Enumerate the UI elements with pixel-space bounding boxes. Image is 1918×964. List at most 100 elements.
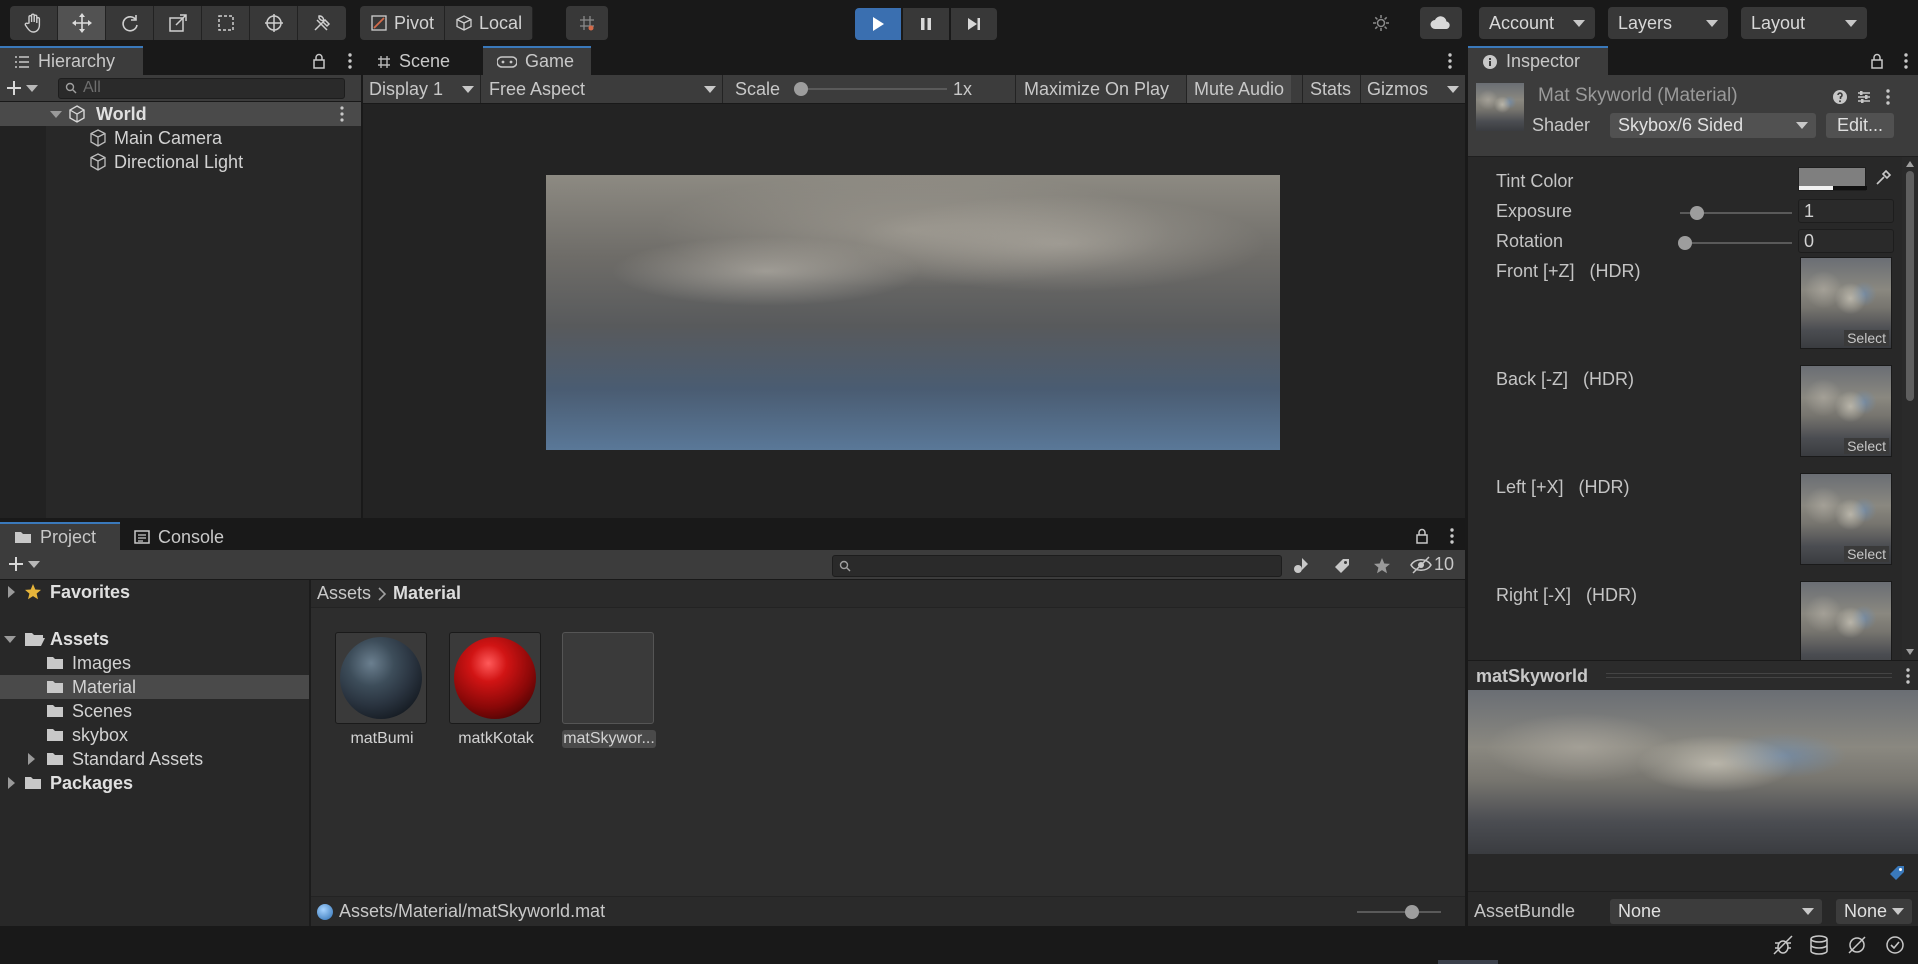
inspector-scrollbar[interactable] — [1902, 157, 1918, 660]
texture-back-slot[interactable]: Select — [1800, 365, 1892, 457]
edit-shader-button[interactable]: Edit... — [1826, 113, 1894, 138]
rotate-tool-icon[interactable] — [106, 6, 154, 40]
lock-icon[interactable] — [299, 46, 339, 75]
create-button[interactable] — [8, 556, 40, 572]
layout-dropdown[interactable]: Layout — [1741, 7, 1867, 39]
pause-button[interactable] — [903, 8, 949, 40]
play-button[interactable] — [855, 8, 901, 40]
eyedropper-icon[interactable] — [1874, 169, 1892, 187]
asset-item-matskyworld[interactable]: matSkywor... — [562, 632, 656, 748]
preview-drag-handle[interactable] — [1606, 673, 1892, 678]
step-button[interactable] — [951, 8, 997, 40]
hidden-packages-toggle[interactable]: 10 — [1410, 554, 1454, 575]
scale-tool-icon[interactable] — [154, 6, 202, 40]
maximize-on-play-toggle[interactable]: Maximize On Play — [1015, 75, 1177, 103]
exposure-input[interactable]: 1 — [1798, 199, 1894, 223]
scroll-up-icon[interactable] — [1906, 161, 1914, 167]
breadcrumb-root[interactable]: Assets — [317, 583, 371, 604]
gizmos-dropdown[interactable]: Gizmos — [1360, 75, 1465, 103]
lock-icon[interactable] — [1405, 522, 1439, 550]
pivot-button[interactable]: Pivot — [360, 6, 446, 40]
select-button[interactable]: Select — [1844, 330, 1889, 346]
tab-game[interactable]: Game — [483, 46, 591, 75]
hand-tool-icon[interactable] — [10, 6, 58, 40]
display-dropdown[interactable]: Display 1 — [363, 75, 481, 103]
tree-row-material[interactable]: Material — [0, 675, 309, 699]
aspect-dropdown[interactable]: Free Aspect — [483, 75, 723, 103]
bug-disabled-icon[interactable] — [1772, 934, 1794, 956]
exposure-slider-handle[interactable] — [1690, 206, 1704, 220]
check-circle-icon[interactable] — [1884, 934, 1906, 956]
kebab-menu-icon[interactable] — [339, 46, 361, 75]
lock-icon[interactable] — [1860, 46, 1894, 75]
mute-audio-toggle[interactable]: Mute Audio — [1186, 75, 1292, 103]
select-button[interactable]: Select — [1844, 546, 1889, 562]
breadcrumb-current[interactable]: Material — [393, 583, 461, 604]
scroll-thumb[interactable] — [1906, 171, 1914, 401]
scale-slider-handle[interactable] — [794, 82, 808, 96]
tab-scene[interactable]: Scene — [363, 46, 483, 75]
project-search-input[interactable] — [832, 555, 1282, 577]
asset-item-matkkotak[interactable]: matkKotak — [449, 632, 543, 748]
rect-tool-icon[interactable] — [202, 6, 250, 40]
texture-right-slot[interactable] — [1800, 581, 1892, 660]
layers-dropdown[interactable]: Layers — [1608, 7, 1728, 39]
tree-row-main-camera[interactable]: Main Camera — [88, 126, 222, 150]
tree-row-directional-light[interactable]: Directional Light — [88, 150, 243, 174]
kebab-menu-icon[interactable] — [340, 106, 344, 122]
hierarchy-search-input[interactable]: All — [58, 77, 345, 99]
move-tool-icon[interactable] — [58, 6, 106, 40]
stats-toggle[interactable]: Stats — [1302, 75, 1358, 103]
tab-inspector[interactable]: Inspector — [1468, 46, 1608, 75]
tree-row-assets[interactable]: Assets — [0, 627, 309, 651]
custom-tools-icon[interactable] — [298, 6, 346, 40]
search-by-type-icon[interactable] — [1290, 555, 1314, 577]
kebab-menu-icon[interactable] — [1906, 668, 1910, 684]
game-viewport-render[interactable] — [546, 175, 1280, 450]
kebab-menu-icon[interactable] — [1435, 46, 1465, 75]
services-icon[interactable] — [1362, 7, 1400, 39]
assetbundle-variant-dropdown[interactable]: None — [1836, 899, 1912, 924]
kebab-menu-icon[interactable] — [1894, 46, 1918, 75]
tab-hierarchy[interactable]: Hierarchy — [0, 46, 143, 75]
auto-generate-lighting-off-icon[interactable] — [1846, 934, 1868, 956]
scale-slider-track[interactable] — [799, 88, 947, 90]
rotation-input[interactable]: 0 — [1798, 229, 1894, 253]
kebab-menu-icon[interactable] — [1886, 89, 1890, 105]
tint-color-swatch[interactable] — [1798, 167, 1867, 191]
rotation-slider-track[interactable] — [1680, 242, 1792, 244]
slider-handle[interactable] — [1405, 904, 1419, 919]
account-dropdown[interactable]: Account — [1479, 7, 1595, 39]
help-icon[interactable] — [1832, 89, 1848, 105]
tree-row-world[interactable]: World — [0, 102, 361, 126]
tree-row-favorites[interactable]: Favorites — [0, 580, 309, 604]
material-preview-render[interactable] — [1468, 690, 1918, 854]
presets-icon[interactable] — [1856, 89, 1872, 105]
shader-dropdown[interactable]: Skybox/6 Sided — [1610, 113, 1816, 138]
texture-left-slot[interactable]: Select — [1800, 473, 1892, 565]
texture-front-slot[interactable]: Select — [1800, 257, 1892, 349]
create-button[interactable] — [6, 80, 58, 96]
tag-icon[interactable] — [1886, 862, 1908, 884]
thumbnail-size-slider[interactable] — [1357, 902, 1441, 922]
cloud-icon[interactable] — [1420, 7, 1462, 39]
tree-row-skybox[interactable]: skybox — [46, 723, 128, 747]
scroll-down-icon[interactable] — [1906, 649, 1914, 655]
star-icon[interactable] — [1370, 555, 1394, 577]
kebab-menu-icon[interactable] — [1439, 522, 1465, 550]
tree-row-standard-assets[interactable]: Standard Assets — [0, 747, 309, 771]
tree-row-images[interactable]: Images — [46, 651, 131, 675]
asset-item-matbumi[interactable]: matBumi — [335, 632, 429, 748]
search-by-label-icon[interactable] — [1330, 555, 1354, 577]
assetbundle-dropdown[interactable]: None — [1610, 899, 1822, 924]
rotation-slider-handle[interactable] — [1678, 236, 1692, 250]
local-button[interactable]: Local — [445, 6, 534, 40]
tab-console[interactable]: Console — [120, 522, 240, 550]
tree-row-scenes[interactable]: Scenes — [46, 699, 132, 723]
transform-all-tool-icon[interactable] — [250, 6, 298, 40]
grid-snap-icon[interactable] — [566, 6, 608, 40]
select-button[interactable]: Select — [1844, 438, 1889, 454]
tree-row-packages[interactable]: Packages — [0, 771, 309, 795]
tab-project[interactable]: Project — [0, 522, 120, 550]
cache-server-icon[interactable] — [1808, 934, 1830, 956]
